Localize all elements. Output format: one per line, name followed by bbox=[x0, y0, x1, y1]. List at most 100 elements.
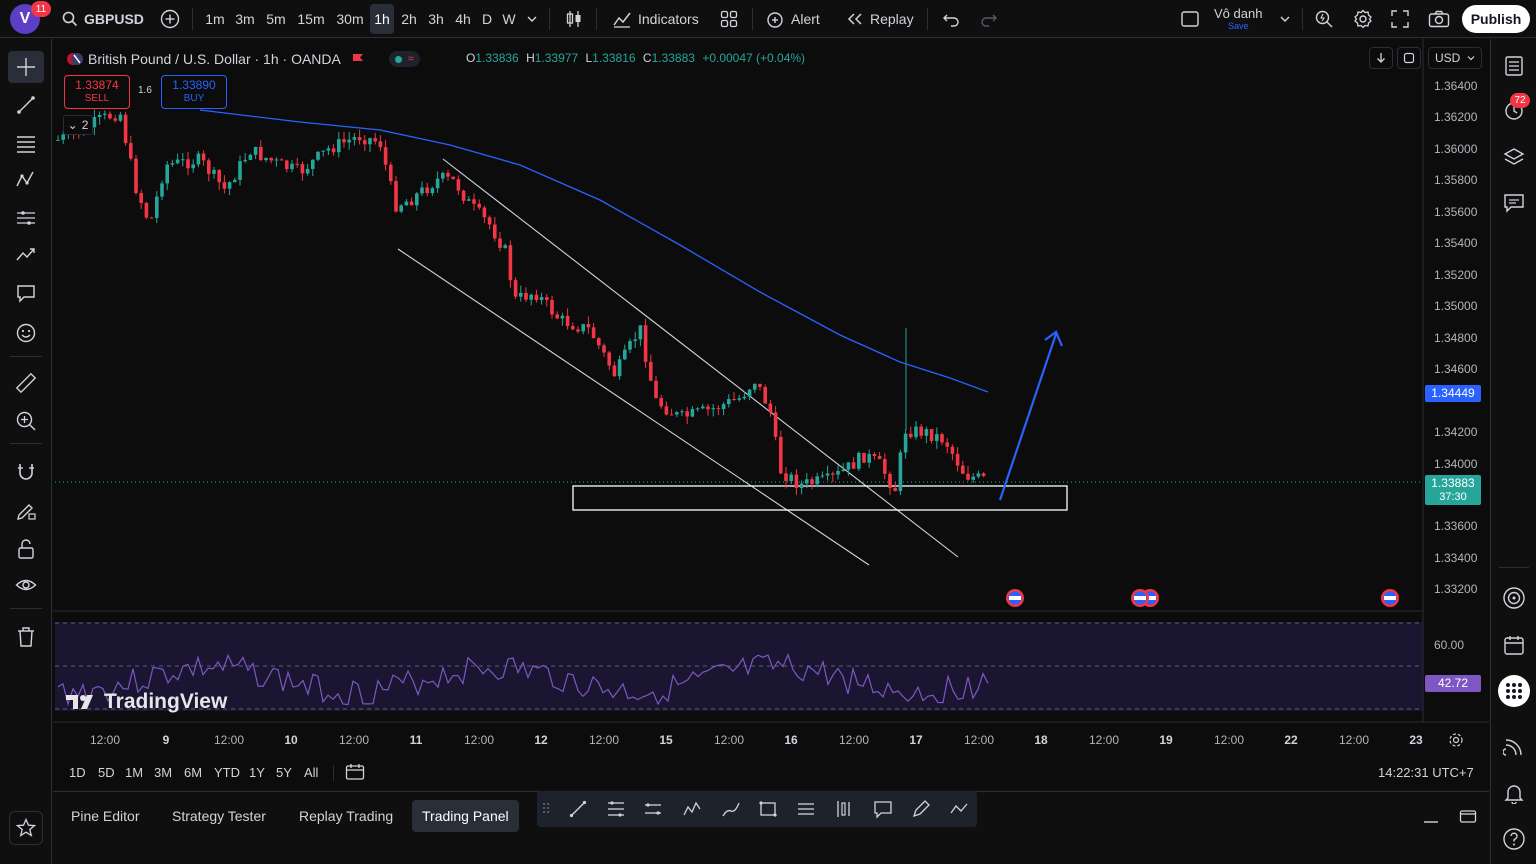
position-icon bbox=[837, 801, 850, 817]
price-tick: 1.35800 bbox=[1434, 173, 1478, 187]
axis-settings-button[interactable] bbox=[1448, 732, 1464, 753]
candle-body bbox=[846, 462, 851, 470]
candle-body bbox=[248, 154, 253, 160]
range-1D[interactable]: 1D bbox=[69, 765, 86, 780]
apps-button[interactable] bbox=[1498, 675, 1530, 707]
horizontal-lines-quick[interactable] bbox=[793, 797, 819, 821]
chart-clock[interactable]: 14:22:31 UTC+7 bbox=[1378, 765, 1474, 780]
range-1M[interactable]: 1M bbox=[125, 765, 143, 780]
range-YTD[interactable]: YTD bbox=[214, 765, 240, 780]
watchlist-button[interactable] bbox=[1498, 50, 1530, 82]
candle-body bbox=[285, 160, 289, 170]
candle-body bbox=[649, 361, 653, 381]
candle-body bbox=[175, 159, 180, 164]
candle-body bbox=[149, 217, 154, 219]
bar-countdown: 37:30 bbox=[1439, 491, 1467, 503]
candle-body bbox=[742, 396, 747, 399]
symbol-title[interactable]: British Pound / U.S. Dollar · 1h · OANDA bbox=[88, 51, 341, 67]
currency-select[interactable]: USD bbox=[1428, 47, 1482, 69]
trend-line-quick[interactable] bbox=[565, 797, 591, 821]
calendar-button[interactable] bbox=[1498, 629, 1530, 661]
candle-body bbox=[373, 138, 377, 142]
sync-button[interactable] bbox=[1397, 47, 1421, 69]
candle-body bbox=[253, 146, 258, 155]
help-button[interactable] bbox=[1498, 823, 1530, 855]
brush-quick[interactable] bbox=[718, 797, 744, 821]
elliott-wave-quick[interactable] bbox=[679, 797, 705, 821]
candlestick-series[interactable] bbox=[56, 109, 986, 496]
candle-body bbox=[524, 292, 528, 300]
tab-strategy-tester[interactable]: Strategy Tester bbox=[162, 800, 276, 832]
economic-event-us[interactable] bbox=[1006, 589, 1024, 607]
candle-body bbox=[378, 141, 383, 148]
tab-pine-editor[interactable]: Pine Editor bbox=[61, 800, 149, 832]
time-tick: 12:00 bbox=[338, 733, 370, 747]
callout-quick[interactable] bbox=[870, 797, 896, 821]
forecast-arrow[interactable] bbox=[998, 333, 1058, 501]
rectangle-quick[interactable] bbox=[755, 797, 781, 821]
candle-body bbox=[643, 325, 648, 362]
candle-body bbox=[467, 199, 471, 201]
candle-body bbox=[430, 188, 435, 194]
chats-button[interactable] bbox=[1498, 187, 1530, 219]
candle-body bbox=[420, 187, 424, 194]
candle-body bbox=[929, 429, 934, 441]
candle-body bbox=[721, 404, 726, 410]
channel-upper-line[interactable] bbox=[442, 158, 959, 558]
minimize-panel-button[interactable] bbox=[1423, 810, 1439, 829]
range-All[interactable]: All bbox=[304, 765, 318, 780]
candle-body bbox=[841, 469, 845, 472]
candle-body bbox=[888, 473, 892, 488]
time-tick: 18 bbox=[1034, 733, 1048, 747]
range-6M[interactable]: 6M bbox=[184, 765, 202, 780]
tab-replay-trading[interactable]: Replay Trading bbox=[289, 800, 403, 832]
time-tick: 10 bbox=[284, 733, 298, 747]
economic-event-us[interactable] bbox=[1381, 589, 1399, 607]
range-5D[interactable]: 5D bbox=[98, 765, 115, 780]
candle-body bbox=[732, 399, 736, 401]
indicator-count: 2 bbox=[81, 118, 89, 132]
price-tick: 1.34000 bbox=[1434, 457, 1478, 471]
broadcast-icon bbox=[1503, 739, 1522, 756]
range-3M[interactable]: 3M bbox=[154, 765, 172, 780]
notifications-button[interactable] bbox=[1498, 777, 1530, 809]
maximize-panel-button[interactable] bbox=[1459, 808, 1477, 829]
range-1Y[interactable]: 1Y bbox=[249, 765, 265, 780]
time-tick: 12:00 bbox=[963, 733, 995, 747]
tradingview-logo: TradingView bbox=[66, 690, 227, 714]
drag-handle-icon[interactable]: ⠿ bbox=[539, 797, 553, 821]
support-zone-rectangle[interactable] bbox=[572, 485, 1068, 511]
range-5Y[interactable]: 5Y bbox=[276, 765, 292, 780]
close-value: 1.33883 bbox=[651, 51, 695, 65]
economic-event-us[interactable] bbox=[1131, 589, 1149, 607]
channel-lower-line[interactable] bbox=[397, 248, 870, 566]
fib-quick[interactable] bbox=[603, 797, 629, 821]
candle-body bbox=[170, 163, 175, 165]
pen-quick[interactable] bbox=[908, 797, 934, 821]
last-price-value: 1.33883 bbox=[1431, 476, 1475, 490]
indicators-collapse-button[interactable]: ⌄ 2 bbox=[63, 115, 93, 135]
path-quick[interactable] bbox=[946, 797, 972, 821]
parallel-channel-quick[interactable] bbox=[640, 797, 666, 821]
candle-body bbox=[503, 245, 507, 248]
goto-date-button[interactable] bbox=[345, 763, 365, 784]
time-tick: 15 bbox=[659, 733, 673, 747]
hotlists-button[interactable] bbox=[1498, 582, 1530, 614]
candle-body bbox=[898, 452, 903, 492]
candle-body bbox=[493, 224, 497, 239]
tv-logo-icon bbox=[66, 695, 93, 709]
candle-body bbox=[446, 172, 450, 177]
download-button[interactable] bbox=[1369, 47, 1393, 69]
long-position-quick[interactable] bbox=[831, 797, 857, 821]
market-status[interactable]: ≈ bbox=[388, 51, 420, 67]
streams-button[interactable] bbox=[1498, 731, 1530, 763]
candle-body bbox=[118, 114, 123, 121]
candle-body bbox=[238, 161, 242, 180]
tab-trading-panel[interactable]: Trading Panel bbox=[412, 800, 519, 832]
candle-body bbox=[300, 164, 305, 174]
object-tree-button[interactable] bbox=[1498, 141, 1530, 173]
time-tick: 12:00 bbox=[463, 733, 495, 747]
sell-button[interactable]: 1.33874 SELL bbox=[64, 75, 130, 109]
market-open-dot bbox=[394, 55, 402, 63]
buy-button[interactable]: 1.33890 BUY bbox=[161, 75, 227, 109]
